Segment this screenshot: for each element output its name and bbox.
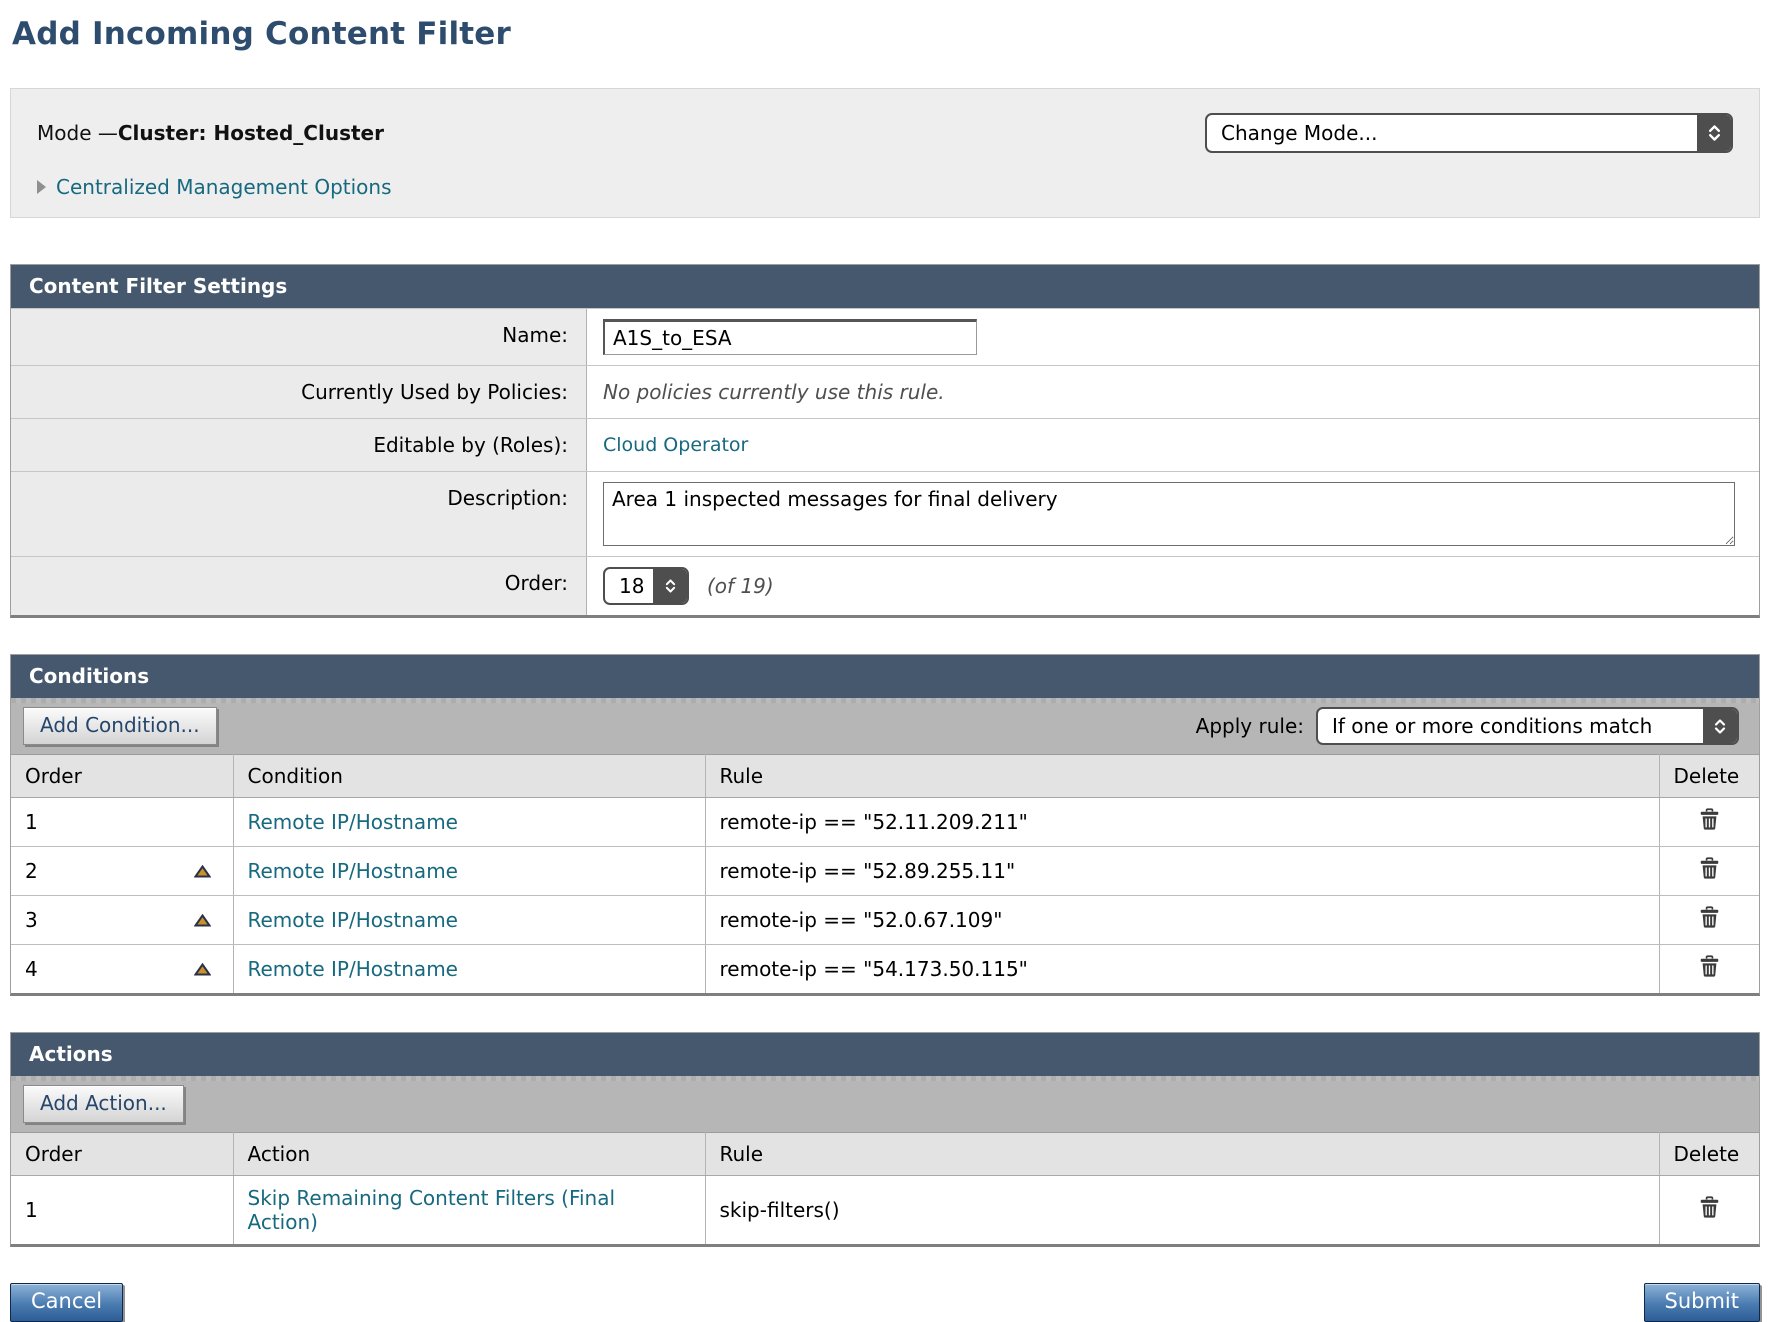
table-row: 2 Remote IP/Hostname remote-ip == "52.89… — [11, 847, 1759, 896]
action-order: 1 — [25, 1198, 38, 1222]
change-mode-select[interactable]: Change Mode... — [1205, 113, 1733, 153]
conditions-table: Order Condition Rule Delete 1 Remote IP/… — [11, 754, 1759, 993]
footer: Cancel Submit — [10, 1283, 1760, 1322]
apply-rule-select[interactable]: If one or more conditions match — [1316, 707, 1739, 745]
order-label: Order: — [11, 557, 587, 615]
expand-triangle-icon[interactable] — [37, 180, 46, 194]
action-link[interactable]: Skip Remaining Content Filters (Final Ac… — [248, 1186, 616, 1234]
conditions-panel-header: Conditions — [11, 655, 1759, 698]
page-title: Add Incoming Content Filter — [12, 16, 1760, 52]
table-row: 1 Remote IP/Hostname remote-ip == "52.11… — [11, 798, 1759, 847]
actions-col-order: Order — [11, 1133, 233, 1176]
editable-row: Editable by (Roles): Cloud Operator — [11, 418, 1759, 471]
name-input[interactable] — [603, 319, 977, 355]
change-mode-select-value: Change Mode... — [1207, 121, 1697, 145]
table-row: 1 Skip Remaining Content Filters (Final … — [11, 1176, 1759, 1245]
select-spinner-icon[interactable] — [653, 569, 687, 603]
add-condition-button[interactable]: Add Condition... — [23, 707, 217, 745]
content-filter-settings-panel: Content Filter Settings Name: Currently … — [10, 264, 1760, 618]
select-spinner-icon[interactable] — [1697, 115, 1731, 151]
description-textarea[interactable] — [603, 482, 1735, 546]
name-row: Name: — [11, 308, 1759, 365]
conditions-panel: Conditions Add Condition... Apply rule: … — [10, 654, 1760, 996]
submit-button[interactable]: Submit — [1644, 1283, 1761, 1322]
move-up-icon[interactable] — [194, 963, 211, 976]
condition-order: 3 — [25, 908, 38, 932]
condition-order: 2 — [25, 859, 38, 883]
condition-rule: remote-ip == "52.0.67.109" — [720, 908, 1003, 932]
table-row: 4 Remote IP/Hostname remote-ip == "54.17… — [11, 945, 1759, 994]
apply-rule-select-value: If one or more conditions match — [1318, 714, 1703, 738]
conditions-col-condition: Condition — [233, 755, 705, 798]
condition-link[interactable]: Remote IP/Hostname — [248, 810, 458, 834]
actions-col-rule: Rule — [705, 1133, 1659, 1176]
delete-icon[interactable] — [1699, 906, 1720, 929]
actions-col-action: Action — [233, 1133, 705, 1176]
mode-label: Mode — — [37, 121, 118, 145]
condition-link[interactable]: Remote IP/Hostname — [248, 908, 458, 932]
editable-roles-link[interactable]: Cloud Operator — [603, 434, 748, 456]
condition-order: 4 — [25, 957, 38, 981]
actions-toolbar: Add Action... — [11, 1076, 1759, 1132]
centralized-management-options-link[interactable]: Centralized Management Options — [56, 175, 392, 199]
condition-rule: remote-ip == "52.11.209.211" — [720, 810, 1028, 834]
order-select[interactable]: 18 — [603, 567, 689, 605]
order-row: Order: 18 (of 19) — [11, 556, 1759, 615]
name-label: Name: — [11, 309, 587, 365]
condition-order: 1 — [25, 810, 38, 834]
actions-col-delete: Delete — [1659, 1133, 1759, 1176]
move-up-icon[interactable] — [194, 865, 211, 878]
policies-label: Currently Used by Policies: — [11, 366, 587, 418]
description-label: Description: — [11, 472, 587, 556]
cancel-button[interactable]: Cancel — [10, 1283, 123, 1322]
delete-icon[interactable] — [1699, 857, 1720, 880]
mode-value: Cluster: Hosted_Cluster — [118, 121, 384, 145]
order-select-value: 18 — [605, 574, 653, 598]
apply-rule-label: Apply rule: — [1196, 714, 1304, 738]
actions-panel-header: Actions — [11, 1033, 1759, 1076]
conditions-col-rule: Rule — [705, 755, 1659, 798]
editable-label: Editable by (Roles): — [11, 419, 587, 471]
condition-link[interactable]: Remote IP/Hostname — [248, 859, 458, 883]
settings-panel-header: Content Filter Settings — [11, 265, 1759, 308]
conditions-toolbar: Add Condition... Apply rule: If one or m… — [11, 698, 1759, 754]
select-spinner-icon[interactable] — [1703, 709, 1737, 743]
description-row: Description: — [11, 471, 1759, 556]
table-row: 3 Remote IP/Hostname remote-ip == "52.0.… — [11, 896, 1759, 945]
delete-icon[interactable] — [1699, 1196, 1720, 1219]
delete-icon[interactable] — [1699, 808, 1720, 831]
delete-icon[interactable] — [1699, 955, 1720, 978]
add-action-button[interactable]: Add Action... — [23, 1085, 184, 1123]
condition-rule: remote-ip == "54.173.50.115" — [720, 957, 1028, 981]
mode-text: Mode —Cluster: Hosted_Cluster — [37, 113, 384, 145]
policies-row: Currently Used by Policies: No policies … — [11, 365, 1759, 418]
action-rule: skip-filters() — [720, 1198, 840, 1222]
conditions-col-order: Order — [11, 755, 233, 798]
actions-panel: Actions Add Action... Order Action Rule … — [10, 1032, 1760, 1247]
policies-value: No policies currently use this rule. — [603, 380, 945, 404]
mode-box: Mode —Cluster: Hosted_Cluster Change Mod… — [10, 88, 1760, 218]
condition-link[interactable]: Remote IP/Hostname — [248, 957, 458, 981]
order-total: (of 19) — [707, 574, 774, 598]
conditions-col-delete: Delete — [1659, 755, 1759, 798]
actions-table: Order Action Rule Delete 1 Skip Remainin… — [11, 1132, 1759, 1244]
condition-rule: remote-ip == "52.89.255.11" — [720, 859, 1016, 883]
move-up-icon[interactable] — [194, 914, 211, 927]
